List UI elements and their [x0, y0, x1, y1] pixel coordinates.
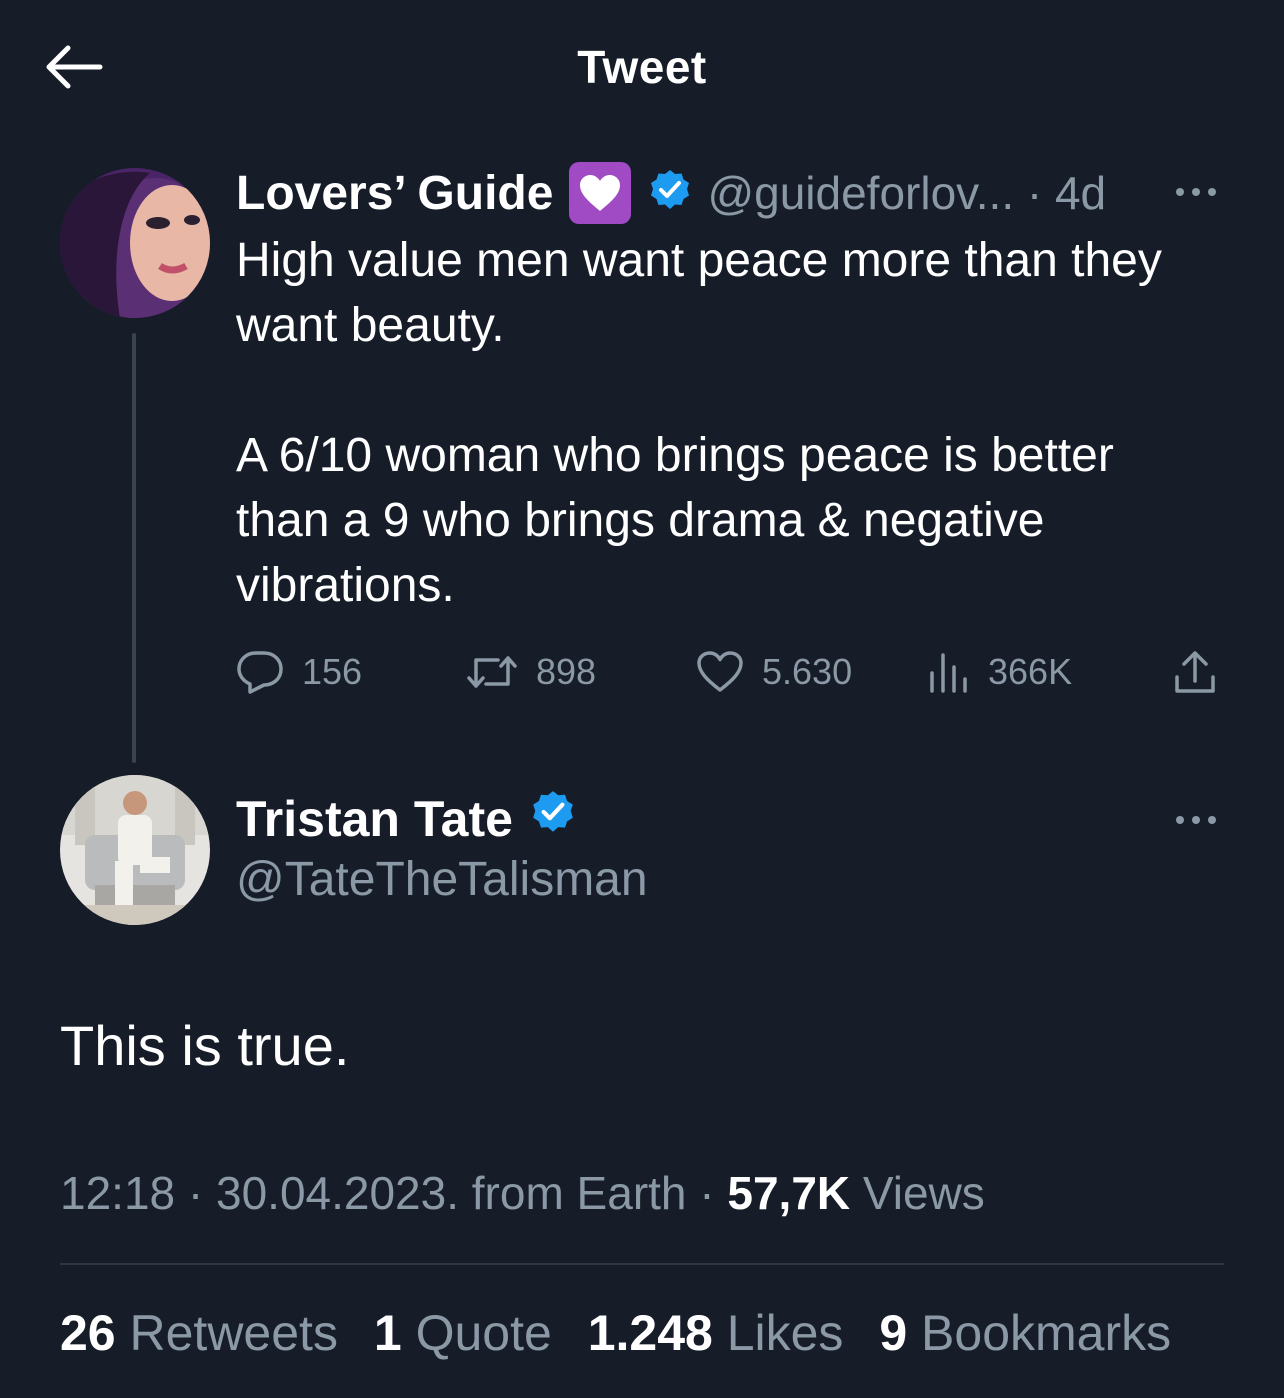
quotes-stat[interactable]: 1 Quote [374, 1300, 552, 1366]
more-options-button[interactable] [1172, 180, 1220, 209]
views-chart-icon [930, 653, 967, 693]
retweet-count: 898 [536, 651, 597, 692]
views-button[interactable]: 366K [928, 640, 1072, 704]
quoted-tweet-header: Lovers’ Guide @guideforlov... · 4d [236, 160, 1236, 226]
page-title: Tweet [577, 41, 707, 93]
more-options-button[interactable] [1172, 808, 1220, 837]
views-label: Views [850, 1167, 985, 1219]
likes-stat[interactable]: 1.248 Likes [588, 1300, 844, 1366]
top-bar: Tweet [0, 0, 1284, 135]
likes-count: 1.248 [587, 1305, 713, 1361]
retweet-icon [467, 656, 517, 688]
avatar-lovers-guide[interactable] [60, 168, 210, 318]
divider [60, 1263, 1224, 1265]
timestamp-and-source: 12:18 · 30.04.2023. from Earth · [60, 1167, 728, 1219]
like-count: 5.630 [762, 651, 853, 692]
retweet-button[interactable]: 898 [466, 640, 596, 704]
likes-label: Likes [712, 1305, 844, 1361]
author-handle[interactable]: @TateTheTalisman [236, 852, 648, 907]
purple-heart-icon [569, 162, 632, 224]
verified-badge-icon [647, 168, 693, 219]
bookmarks-stat[interactable]: 9 Bookmarks [879, 1300, 1171, 1366]
quotes-count: 1 [373, 1305, 402, 1361]
views-count: 57,7K [727, 1167, 851, 1219]
reply-icon [237, 651, 283, 694]
quoted-tweet-text: High value men want peace more than they… [236, 234, 1162, 612]
author-name-row: Tristan Tate [236, 786, 577, 852]
share-icon [1175, 651, 1215, 693]
avatar-tristan-tate[interactable] [60, 775, 210, 925]
bookmarks-label: Bookmarks [907, 1305, 1172, 1361]
retweets-count: 26 [60, 1305, 116, 1361]
tweet-detail-page: Tweet Lovers’ Guide @guideforlov... · 4d… [0, 0, 1284, 1398]
author-name[interactable]: Tristan Tate [236, 790, 513, 848]
tweet-meta: 12:18 · 30.04.2023. from Earth · 57,7K V… [60, 1160, 985, 1226]
quoted-tweet-actions: 156 898 5.630 366K [236, 640, 1226, 704]
engagement-stats: 26 Retweets 1 Quote 1.248 Likes 9 Bookma… [60, 1300, 1193, 1366]
heart-icon [697, 651, 743, 692]
quotes-label: Quote [401, 1305, 552, 1361]
more-icon [1176, 816, 1216, 824]
share-button[interactable] [1172, 640, 1218, 704]
author-name[interactable]: Lovers’ Guide [236, 166, 553, 221]
like-button[interactable]: 5.630 [696, 640, 852, 704]
retweets-label: Retweets [115, 1305, 338, 1361]
retweets-stat[interactable]: 26 Retweets [60, 1300, 338, 1366]
verified-badge-icon [529, 789, 577, 849]
tweet-text: This is true. [60, 1014, 350, 1077]
more-icon [1176, 188, 1216, 196]
views-count: 366K [988, 651, 1073, 692]
reply-count: 156 [302, 651, 363, 692]
handle-and-time[interactable]: @guideforlov... · 4d [707, 166, 1106, 220]
bookmarks-count: 9 [879, 1305, 908, 1361]
thread-line [132, 333, 136, 763]
reply-button[interactable]: 156 [236, 640, 362, 704]
